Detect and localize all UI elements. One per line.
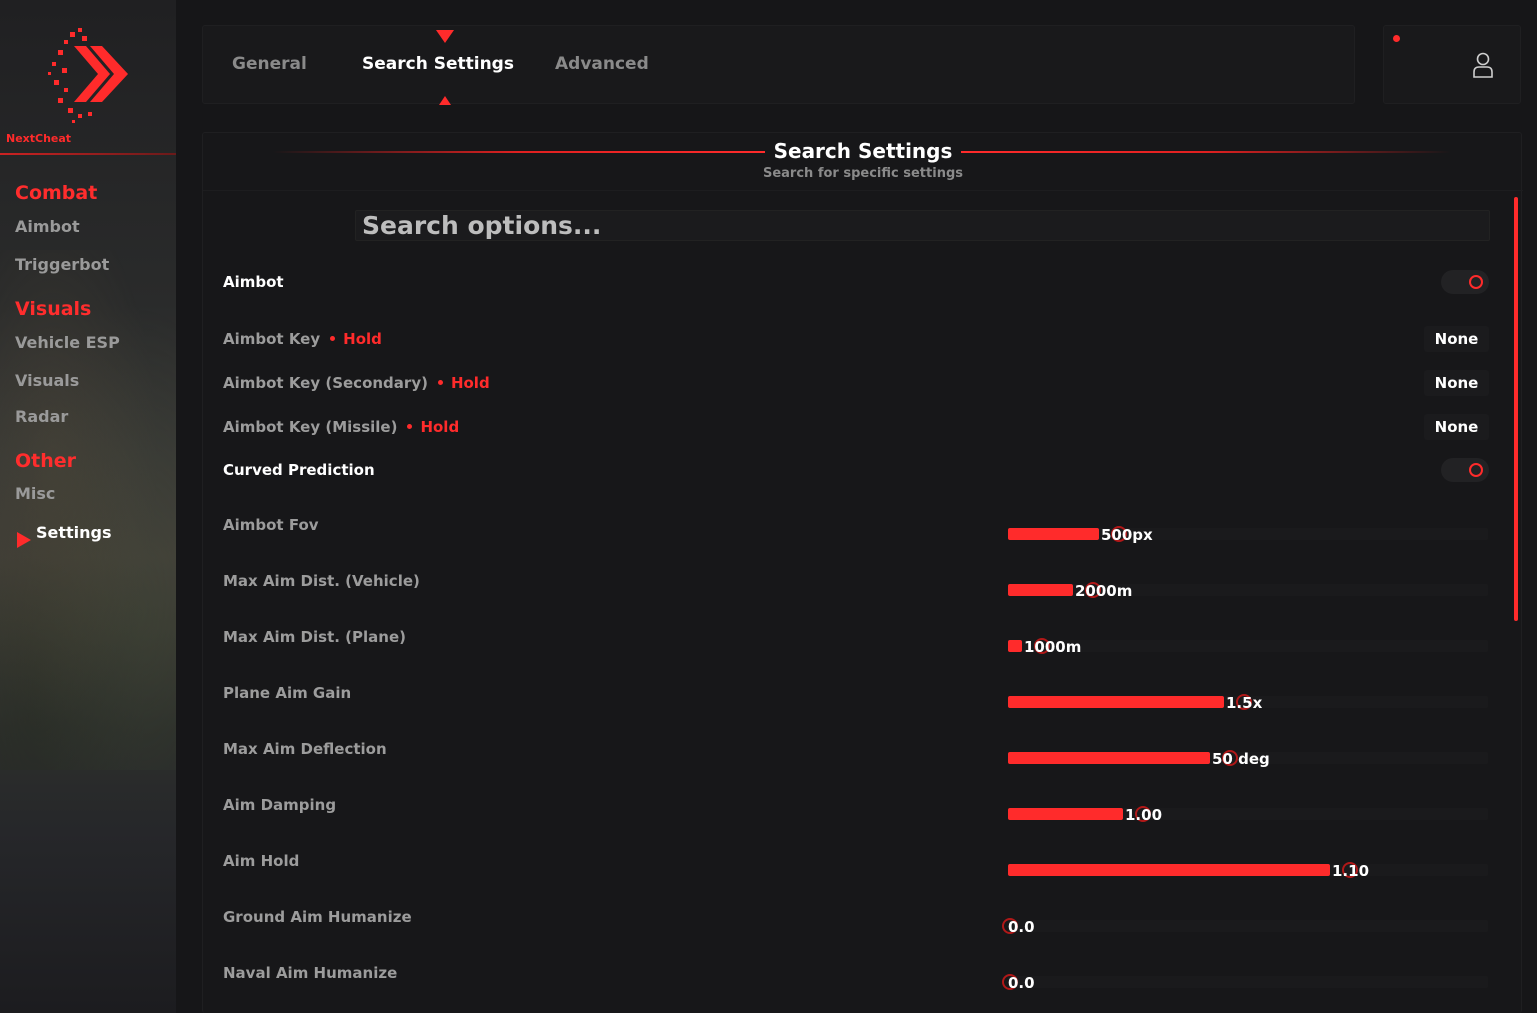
max-aim-dist-plane-label: Max Aim Dist. (Plane) xyxy=(223,628,406,646)
aim-hold-slider[interactable]: 1.10 xyxy=(1008,862,1488,880)
ground-aim-humanize-label: Ground Aim Humanize xyxy=(223,908,412,926)
slider-fill xyxy=(1008,864,1330,876)
sidebar-item-visuals[interactable]: Visuals xyxy=(15,371,79,390)
panel-header: Search Settings Search for specific sett… xyxy=(203,133,1523,191)
panel-title: Search Settings xyxy=(773,139,953,163)
aimbot-label: Aimbot xyxy=(223,273,284,291)
brand-logo-icon xyxy=(48,28,128,123)
panel-subtitle: Search for specific settings xyxy=(762,166,963,181)
sidebar-item-misc[interactable]: Misc xyxy=(15,484,55,503)
sidebar-item-settings[interactable]: Settings xyxy=(36,523,112,542)
slider-fill xyxy=(1008,808,1123,820)
slider-value: 1.10 xyxy=(1332,862,1370,880)
key-row-label: Aimbot Key Hold xyxy=(223,330,382,348)
slider-fill xyxy=(1008,640,1022,652)
user-icon[interactable] xyxy=(1472,51,1494,79)
active-tab-marker-icon xyxy=(436,30,454,43)
aimbot-key-missile-button[interactable]: None xyxy=(1424,414,1489,440)
key-mode: Hold xyxy=(343,330,382,348)
slider-value: 1.00 xyxy=(1125,806,1163,824)
max-aim-dist-plane-slider[interactable]: 1000m xyxy=(1008,638,1488,656)
sidebar-category-combat: Combat xyxy=(15,182,98,204)
max-aim-deflection-label: Max Aim Deflection xyxy=(223,740,387,758)
sidebar-item-radar[interactable]: Radar xyxy=(15,407,68,426)
aimbot-fov-label: Aimbot Fov xyxy=(223,516,319,534)
sidebar-item-triggerbot[interactable]: Triggerbot xyxy=(15,255,109,274)
slider-fill xyxy=(1008,584,1073,596)
aimbot-toggle[interactable] xyxy=(1441,270,1489,294)
aimbot-key-secondary-button[interactable]: None xyxy=(1424,370,1489,396)
sidebar-item-vehicle-esp[interactable]: Vehicle ESP xyxy=(15,333,120,352)
settings-panel: Search Settings Search for specific sett… xyxy=(202,132,1523,1013)
bullet-icon xyxy=(407,424,413,429)
slider-value: 1.5x xyxy=(1226,694,1263,712)
toggle-knob xyxy=(1469,275,1483,289)
sidebar-item-aimbot[interactable]: Aimbot xyxy=(15,217,80,236)
slider-value: 50 deg xyxy=(1212,750,1270,768)
slider-value: 0.0 xyxy=(1008,974,1035,992)
active-indicator-icon xyxy=(17,532,31,548)
tab-advanced[interactable]: Advanced xyxy=(555,54,649,74)
slider-fill xyxy=(1008,528,1099,540)
scrollbar[interactable] xyxy=(1514,197,1518,621)
sidebar-category-visuals: Visuals xyxy=(15,298,92,320)
tab-general[interactable]: General xyxy=(232,54,307,74)
aim-damping-slider[interactable]: 1.00 xyxy=(1008,806,1488,824)
aimbot-key-label: Aimbot Key xyxy=(223,330,321,348)
aimbot-key-secondary-label: Aimbot Key (Secondary) xyxy=(223,374,428,392)
slider-value: 1000m xyxy=(1024,638,1082,656)
aimbot-key-missile-label: Aimbot Key (Missile) xyxy=(223,418,398,436)
key-mode: Hold xyxy=(420,418,460,436)
search-input[interactable] xyxy=(355,210,1490,241)
plane-aim-gain-slider[interactable]: 1.5x xyxy=(1008,694,1488,712)
tab-search-settings[interactable]: Search Settings xyxy=(362,54,514,74)
slider-value: 500px xyxy=(1101,526,1153,544)
toggle-knob xyxy=(1469,463,1483,477)
naval-aim-humanize-label: Naval Aim Humanize xyxy=(223,964,398,982)
user-box xyxy=(1383,25,1521,104)
aim-hold-label: Aim Hold xyxy=(223,852,300,870)
key-row-label: Aimbot Key (Missile) Hold xyxy=(223,418,459,436)
status-dot xyxy=(1393,35,1400,42)
curved-prediction-toggle[interactable] xyxy=(1441,458,1489,482)
active-tab-underline-icon xyxy=(439,96,451,105)
aimbot-fov-slider[interactable]: 500px xyxy=(1008,526,1488,544)
curved-prediction-label: Curved Prediction xyxy=(223,461,375,479)
brand-name: NextCheat xyxy=(6,132,72,145)
slider-value: 0.0 xyxy=(1008,918,1035,936)
sidebar-category-other: Other xyxy=(15,450,77,472)
slider-value: 2000m xyxy=(1075,582,1133,600)
key-row-label: Aimbot Key (Secondary) Hold xyxy=(223,374,490,392)
bullet-icon xyxy=(330,336,336,341)
sidebar: NextCheat Combat Aimbot Triggerbot Visua… xyxy=(0,0,176,1013)
brand-divider xyxy=(0,153,176,155)
max-aim-dist-vehicle-slider[interactable]: 2000m xyxy=(1008,582,1488,600)
plane-aim-gain-label: Plane Aim Gain xyxy=(223,684,352,702)
top-tab-bar: General Search Settings Advanced xyxy=(202,25,1355,104)
slider-fill xyxy=(1008,752,1210,764)
app-window: NextCheat Combat Aimbot Triggerbot Visua… xyxy=(0,0,1537,1013)
aim-damping-label: Aim Damping xyxy=(223,796,337,814)
max-aim-deflection-slider[interactable]: 50 deg xyxy=(1008,750,1488,768)
naval-aim-humanize-slider[interactable]: 0.0 xyxy=(1002,974,1488,992)
slider-fill xyxy=(1008,696,1224,708)
key-mode: Hold xyxy=(450,374,490,392)
ground-aim-humanize-slider[interactable]: 0.0 xyxy=(1002,918,1488,936)
sidebar-background-art xyxy=(0,250,176,770)
aimbot-key-button[interactable]: None xyxy=(1424,326,1489,352)
bullet-icon xyxy=(437,380,443,385)
max-aim-dist-vehicle-label: Max Aim Dist. (Vehicle) xyxy=(223,572,420,590)
